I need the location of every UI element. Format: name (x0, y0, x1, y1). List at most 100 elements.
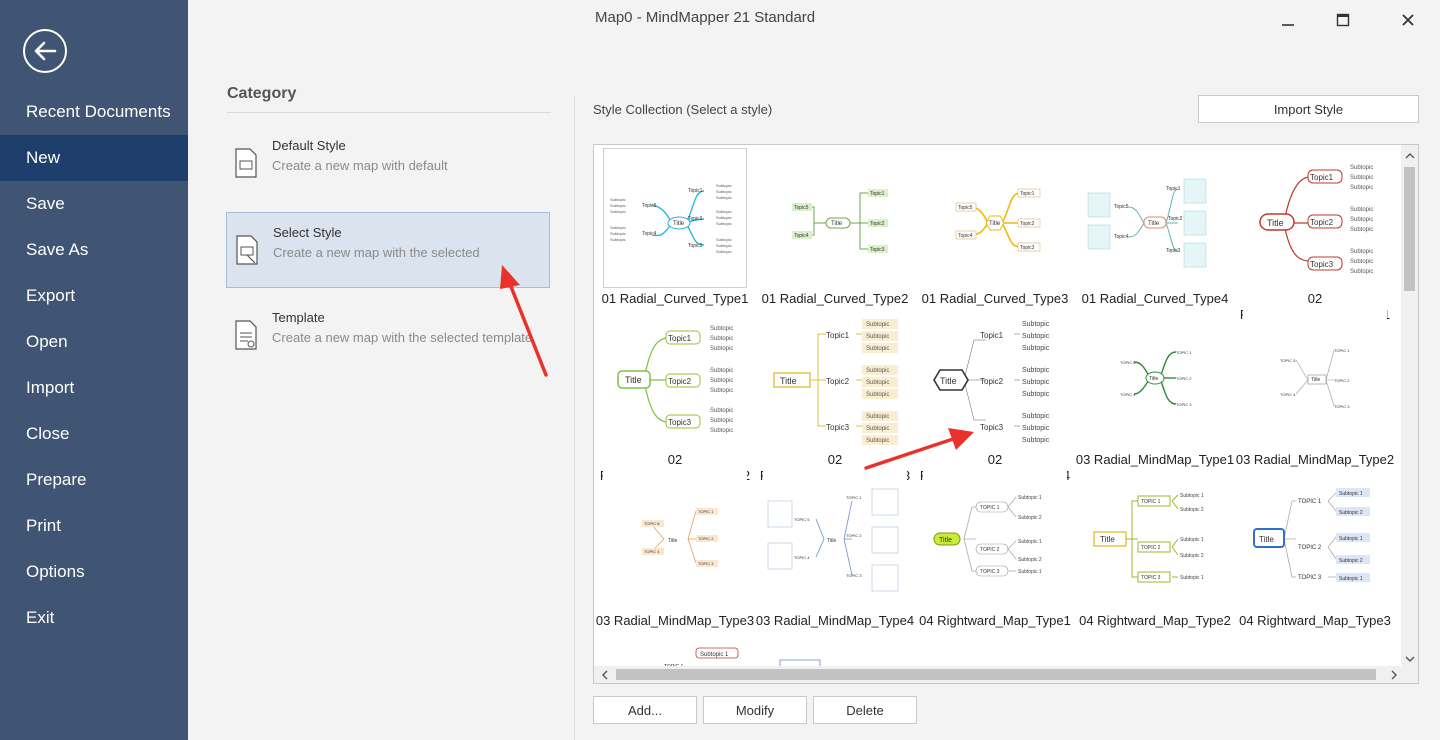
thumb-title: Title (1100, 535, 1115, 544)
import-style-button[interactable]: Import Style (1198, 95, 1419, 123)
style-thumbnail: Title TOPIC 1 TOPIC 2 TOPIC 3 Subtopic 1… (1083, 470, 1227, 610)
style-item[interactable]: Title Topic1 Topic2 Topic3 Subtopic Subto… (755, 309, 915, 484)
style-item[interactable]: Title TOPIC 1 TOPIC 2 TOPIC 3 Subtopic 1… (1235, 470, 1395, 629)
thumb-title: Title (1311, 377, 1320, 383)
thumb-topic: Topic2 (1168, 216, 1183, 222)
nav-new[interactable]: New (0, 135, 188, 181)
nav-export[interactable]: Export (0, 273, 188, 319)
style-item[interactable]: Title TOPIC 1 TOPIC 2 TOPIC 3 Subtopic 1… (1075, 470, 1235, 629)
style-item[interactable]: Title Topic1 Topic2 Topic3 Subtopic Subto… (915, 309, 1075, 484)
category-select-style[interactable]: Select Style Create a new map with the s… (226, 212, 550, 288)
style-item[interactable]: Title TOPIC 6 TOPIC 4 TOPIC 1 TOPIC 2 TO… (1075, 309, 1235, 468)
thumb-subtopic: Subtopic (710, 428, 733, 434)
thumb-subtopic: Subtopic (710, 368, 733, 374)
nav-close[interactable]: Close (0, 411, 188, 457)
style-name: 03 Radial_MindMap_Type4 (755, 613, 915, 628)
thumb-topic: Topic5 (1114, 204, 1129, 210)
scroll-corner (1401, 666, 1418, 683)
style-thumbnail: Title Topic5 Topic4 Topic1 Topic2 Topic3 (763, 148, 907, 288)
style-thumbnail: Title TOPIC 5 TOPIC 4 TOPIC 1 TOPIC 2 TO… (763, 470, 907, 610)
nav-print[interactable]: Print (0, 503, 188, 549)
horizontal-scroll-thumb[interactable] (616, 669, 1376, 680)
thumb-subtopic: Subtopic (716, 215, 732, 220)
style-item[interactable]: Title Topic5 Topic4 Topic1 Topic2 Topic3… (755, 148, 915, 307)
style-thumbnail: Title TOPIC 6 TOPIC 4 TOPIC 1 TOPIC 2 TO… (1083, 309, 1227, 449)
nav-recent-documents[interactable]: Recent Documents (0, 89, 188, 135)
back-button[interactable] (23, 29, 67, 73)
chevron-down-icon (1405, 656, 1414, 662)
thumb-subtopic: Subtopic (1350, 269, 1373, 275)
gallery-horizontal-scrollbar[interactable] (594, 666, 1402, 683)
thumb-subtopic: Subtopic 2 (1339, 558, 1363, 564)
category-desc: Create a new map with default (272, 158, 448, 173)
thumb-topic: Topic1 (870, 191, 885, 197)
thumb-topic: TOPIC 3 (980, 569, 1000, 575)
style-item[interactable]: Title Topic1 Topic2 Topic3 Subtopic Subto… (595, 309, 755, 484)
thumb-subtopic: Subtopic 2 (1018, 515, 1042, 521)
scroll-left-button[interactable] (596, 666, 613, 683)
thumb-title: Title (625, 375, 642, 385)
style-item[interactable]: Title Topic5 Topic4 Topic1 Topic2 Topic3… (595, 148, 755, 307)
nav-import[interactable]: Import (0, 365, 188, 411)
nav-options[interactable]: Options (0, 549, 188, 595)
thumb-subtopic: Subtopic (716, 209, 732, 214)
thumb-title: Title (827, 538, 836, 544)
style-name: 04 Rightward_Map_Type3 (1239, 613, 1391, 628)
modify-style-button[interactable]: Modify (703, 696, 807, 724)
style-name: 01 Radial_Curved_Type4 (1081, 291, 1229, 306)
category-default-style[interactable]: Default Style Create a new map with defa… (226, 126, 550, 202)
style-thumbnail: Title Topic1 Topic2 Topic3 Subtopic Subto… (763, 309, 907, 449)
thumb-topic: TOPIC 2 (1176, 376, 1192, 381)
nav-exit[interactable]: Exit (0, 595, 188, 641)
nav-save-as[interactable]: Save As (0, 227, 188, 273)
scroll-right-button[interactable] (1385, 666, 1402, 683)
style-item[interactable]: Title TOPIC 5 TOPIC 4 TOPIC 1 TOPIC 2 TO… (1235, 309, 1395, 468)
thumb-subtopic: Subtopic (710, 408, 733, 414)
minimize-button[interactable] (1276, 8, 1300, 32)
delete-style-button[interactable]: Delete (813, 696, 917, 724)
minimize-icon (1282, 24, 1294, 26)
nav-save[interactable]: Save (0, 181, 188, 227)
style-thumbnail: Title Topic1 Topic2 Topic3 Subtopic Subto… (923, 309, 1067, 449)
thumb-topic: Topic5 (642, 203, 657, 209)
style-item[interactable] (755, 641, 915, 667)
thumb-subtopic: Subtopic (1022, 345, 1050, 352)
maximize-button[interactable] (1331, 8, 1355, 32)
style-name: 04 Rightward_Map_Type2 (1079, 613, 1231, 628)
style-item[interactable]: Title Topic1 Topic2 Topic3 Subtopic Subto… (1235, 148, 1395, 323)
thumb-topic: Topic1 (826, 331, 850, 340)
style-thumbnail: Title Topic1 Topic2 Topic3 Subtopic Subto… (1243, 148, 1387, 288)
style-item[interactable]: Title TOPIC 5 TOPIC 4 TOPIC 1 TOPIC 2 TO… (755, 470, 915, 629)
document-icon (235, 148, 257, 178)
backstage-sidebar: Recent Documents New Save Save As Export… (0, 0, 188, 740)
thumb-topic: Topic1 (688, 188, 703, 194)
thumb-subtopic: Subtopic (1022, 379, 1050, 386)
thumb-subtopic: Subtopic (1350, 227, 1373, 233)
style-name: 03 Radial_MindMap_Type3 (595, 613, 755, 628)
thumb-topic: TOPIC 3 (698, 561, 714, 566)
nav-open[interactable]: Open (0, 319, 188, 365)
close-button[interactable] (1396, 8, 1420, 32)
nav-prepare[interactable]: Prepare (0, 457, 188, 503)
thumb-topic: TOPIC 1 (1176, 350, 1192, 355)
thumb-topic: TOPIC 3 (1334, 404, 1350, 409)
gallery-vertical-scrollbar[interactable] (1401, 145, 1418, 667)
add-style-button[interactable]: Add... (593, 696, 697, 724)
style-item[interactable]: Title Topic5 Topic4 Topic1 Topic2 Topic3… (915, 148, 1075, 307)
thumb-subtopic: Subtopic (610, 203, 626, 208)
style-item[interactable]: Title Topic5 Topic4 Topic1 Topic2 Topic3… (1075, 148, 1235, 307)
thumb-subtopic: Subtopic (866, 380, 889, 386)
thumb-subtopic: Subtopic (1022, 413, 1050, 420)
style-item[interactable]: Subtopic 1 TOPIC 1 (595, 641, 755, 667)
chevron-right-icon (1391, 670, 1397, 679)
style-item[interactable]: Title TOPIC 6 TOPIC 4 TOPIC 1 TOPIC 2 TO… (595, 470, 755, 629)
arrow-left-icon (34, 41, 57, 61)
thumb-title: Title (1149, 376, 1158, 382)
category-name: Template (272, 310, 325, 325)
scroll-up-button[interactable] (1401, 147, 1418, 164)
style-item[interactable]: Title TOPIC 1 TOPIC 2 TOPIC 3 Subtopic 1… (915, 470, 1075, 629)
scroll-down-button[interactable] (1401, 650, 1418, 667)
style-thumbnail: Title Topic5 Topic4 Topic1 Topic2 Topic3… (603, 148, 747, 288)
vertical-scroll-thumb[interactable] (1404, 167, 1415, 291)
category-template[interactable]: Template Create a new map with the selec… (226, 298, 550, 374)
